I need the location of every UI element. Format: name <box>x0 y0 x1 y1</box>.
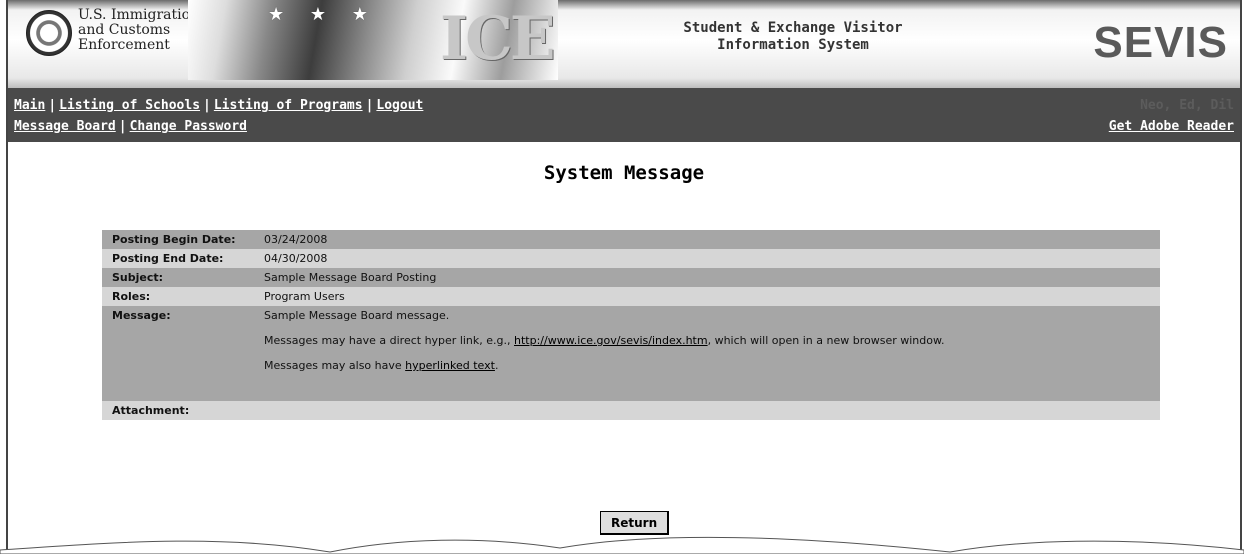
message-line-2: Messages may have a direct hyper link, e… <box>264 334 1160 347</box>
nav-separator: | <box>118 119 127 134</box>
detail-row-end-date: Posting End Date: 04/30/2008 <box>102 249 1160 268</box>
nav-bar: Main | Listing of Schools | Listing of Progr… <box>8 88 1240 142</box>
ice-logo: ICE <box>440 4 556 74</box>
attachment-value <box>264 401 1160 420</box>
message-line-3: Messages may also have hyperlinked text. <box>264 359 1160 372</box>
message-text: Sample Message Board message. <box>264 309 450 322</box>
begin-date-label: Posting Begin Date: <box>112 233 236 246</box>
detail-row-message: Message: Sample Message Board message. M… <box>102 306 1160 401</box>
message-text: . <box>494 359 499 372</box>
message-text: Messages may have a direct hyper link, e… <box>264 334 515 347</box>
nav-link-message-board[interactable]: Message Board <box>14 119 116 134</box>
message-hyperlinked-text[interactable]: hyperlinked text <box>405 359 495 372</box>
message-text: , which will open in a new browser windo… <box>707 334 945 347</box>
nav-link-logout[interactable]: Logout <box>376 98 423 113</box>
roles-value: Program Users <box>264 290 345 303</box>
roles-label: Roles: <box>112 290 151 303</box>
nav-separator: | <box>203 98 211 113</box>
message-url-link[interactable]: http://www.ice.gov/sevis/index.htm <box>514 334 708 347</box>
nav-row-2: Message Board | Change Password <box>14 119 247 134</box>
header-banner: U.S. Immigration and Customs Enforcement… <box>8 0 1240 88</box>
nav-separator: | <box>48 98 57 113</box>
end-date-label: Posting End Date: <box>112 252 224 265</box>
nav-link-main[interactable]: Main <box>14 98 45 113</box>
agency-name: U.S. Immigration and Customs Enforcement <box>78 8 199 53</box>
detail-row-subject: Subject: Sample Message Board Posting <box>102 268 1160 287</box>
flag-stars-icon: ★ ★ ★ <box>268 4 378 25</box>
begin-date-value: 03/24/2008 <box>264 233 328 246</box>
nav-link-listing-of-schools[interactable]: Listing of Schools <box>59 98 200 113</box>
system-title: Student & Exchange Visitor Information S… <box>668 20 918 54</box>
subject-label: Subject: <box>112 271 164 284</box>
get-adobe-reader-link[interactable]: Get Adobe Reader <box>1109 119 1234 134</box>
detail-row-attachment: Attachment: <box>102 401 1160 420</box>
attachment-label: Attachment: <box>112 404 190 417</box>
message-detail-table: Posting Begin Date: 03/24/2008 Posting E… <box>102 230 1160 420</box>
detail-row-begin-date: Posting Begin Date: 03/24/2008 <box>102 230 1160 249</box>
nav-link-change-password[interactable]: Change Password <box>130 119 247 134</box>
end-date-value: 04/30/2008 <box>264 252 328 265</box>
sevis-logo: SEVIS <box>1093 18 1228 67</box>
page-frame: U.S. Immigration and Customs Enforcement… <box>6 0 1242 554</box>
torn-edge-decoration <box>0 536 1244 554</box>
subject-value: Sample Message Board Posting <box>264 271 437 284</box>
agency-line-1: U.S. Immigration <box>78 7 200 23</box>
system-title-line-2: Information System <box>717 37 869 53</box>
nav-separator: | <box>365 98 374 113</box>
message-text: Messages may also have <box>264 359 406 372</box>
nav-link-listing-of-programs[interactable]: Listing of Programs <box>214 98 363 113</box>
logged-in-user: Neo, Ed, Dil <box>1140 98 1234 113</box>
message-label: Message: <box>112 309 171 322</box>
page-title: System Message <box>543 162 705 184</box>
agency-line-3: Enforcement <box>78 37 170 53</box>
dhs-seal-icon <box>26 10 72 56</box>
message-line-1: Sample Message Board message. <box>264 309 1160 322</box>
system-title-line-1: Student & Exchange Visitor <box>683 20 903 36</box>
message-body: Sample Message Board message. Messages m… <box>264 306 1160 387</box>
detail-row-roles: Roles: Program Users <box>102 287 1160 306</box>
agency-line-2: and Customs <box>78 22 171 38</box>
nav-row-1: Main | Listing of Schools | Listing of Progr… <box>14 98 423 113</box>
